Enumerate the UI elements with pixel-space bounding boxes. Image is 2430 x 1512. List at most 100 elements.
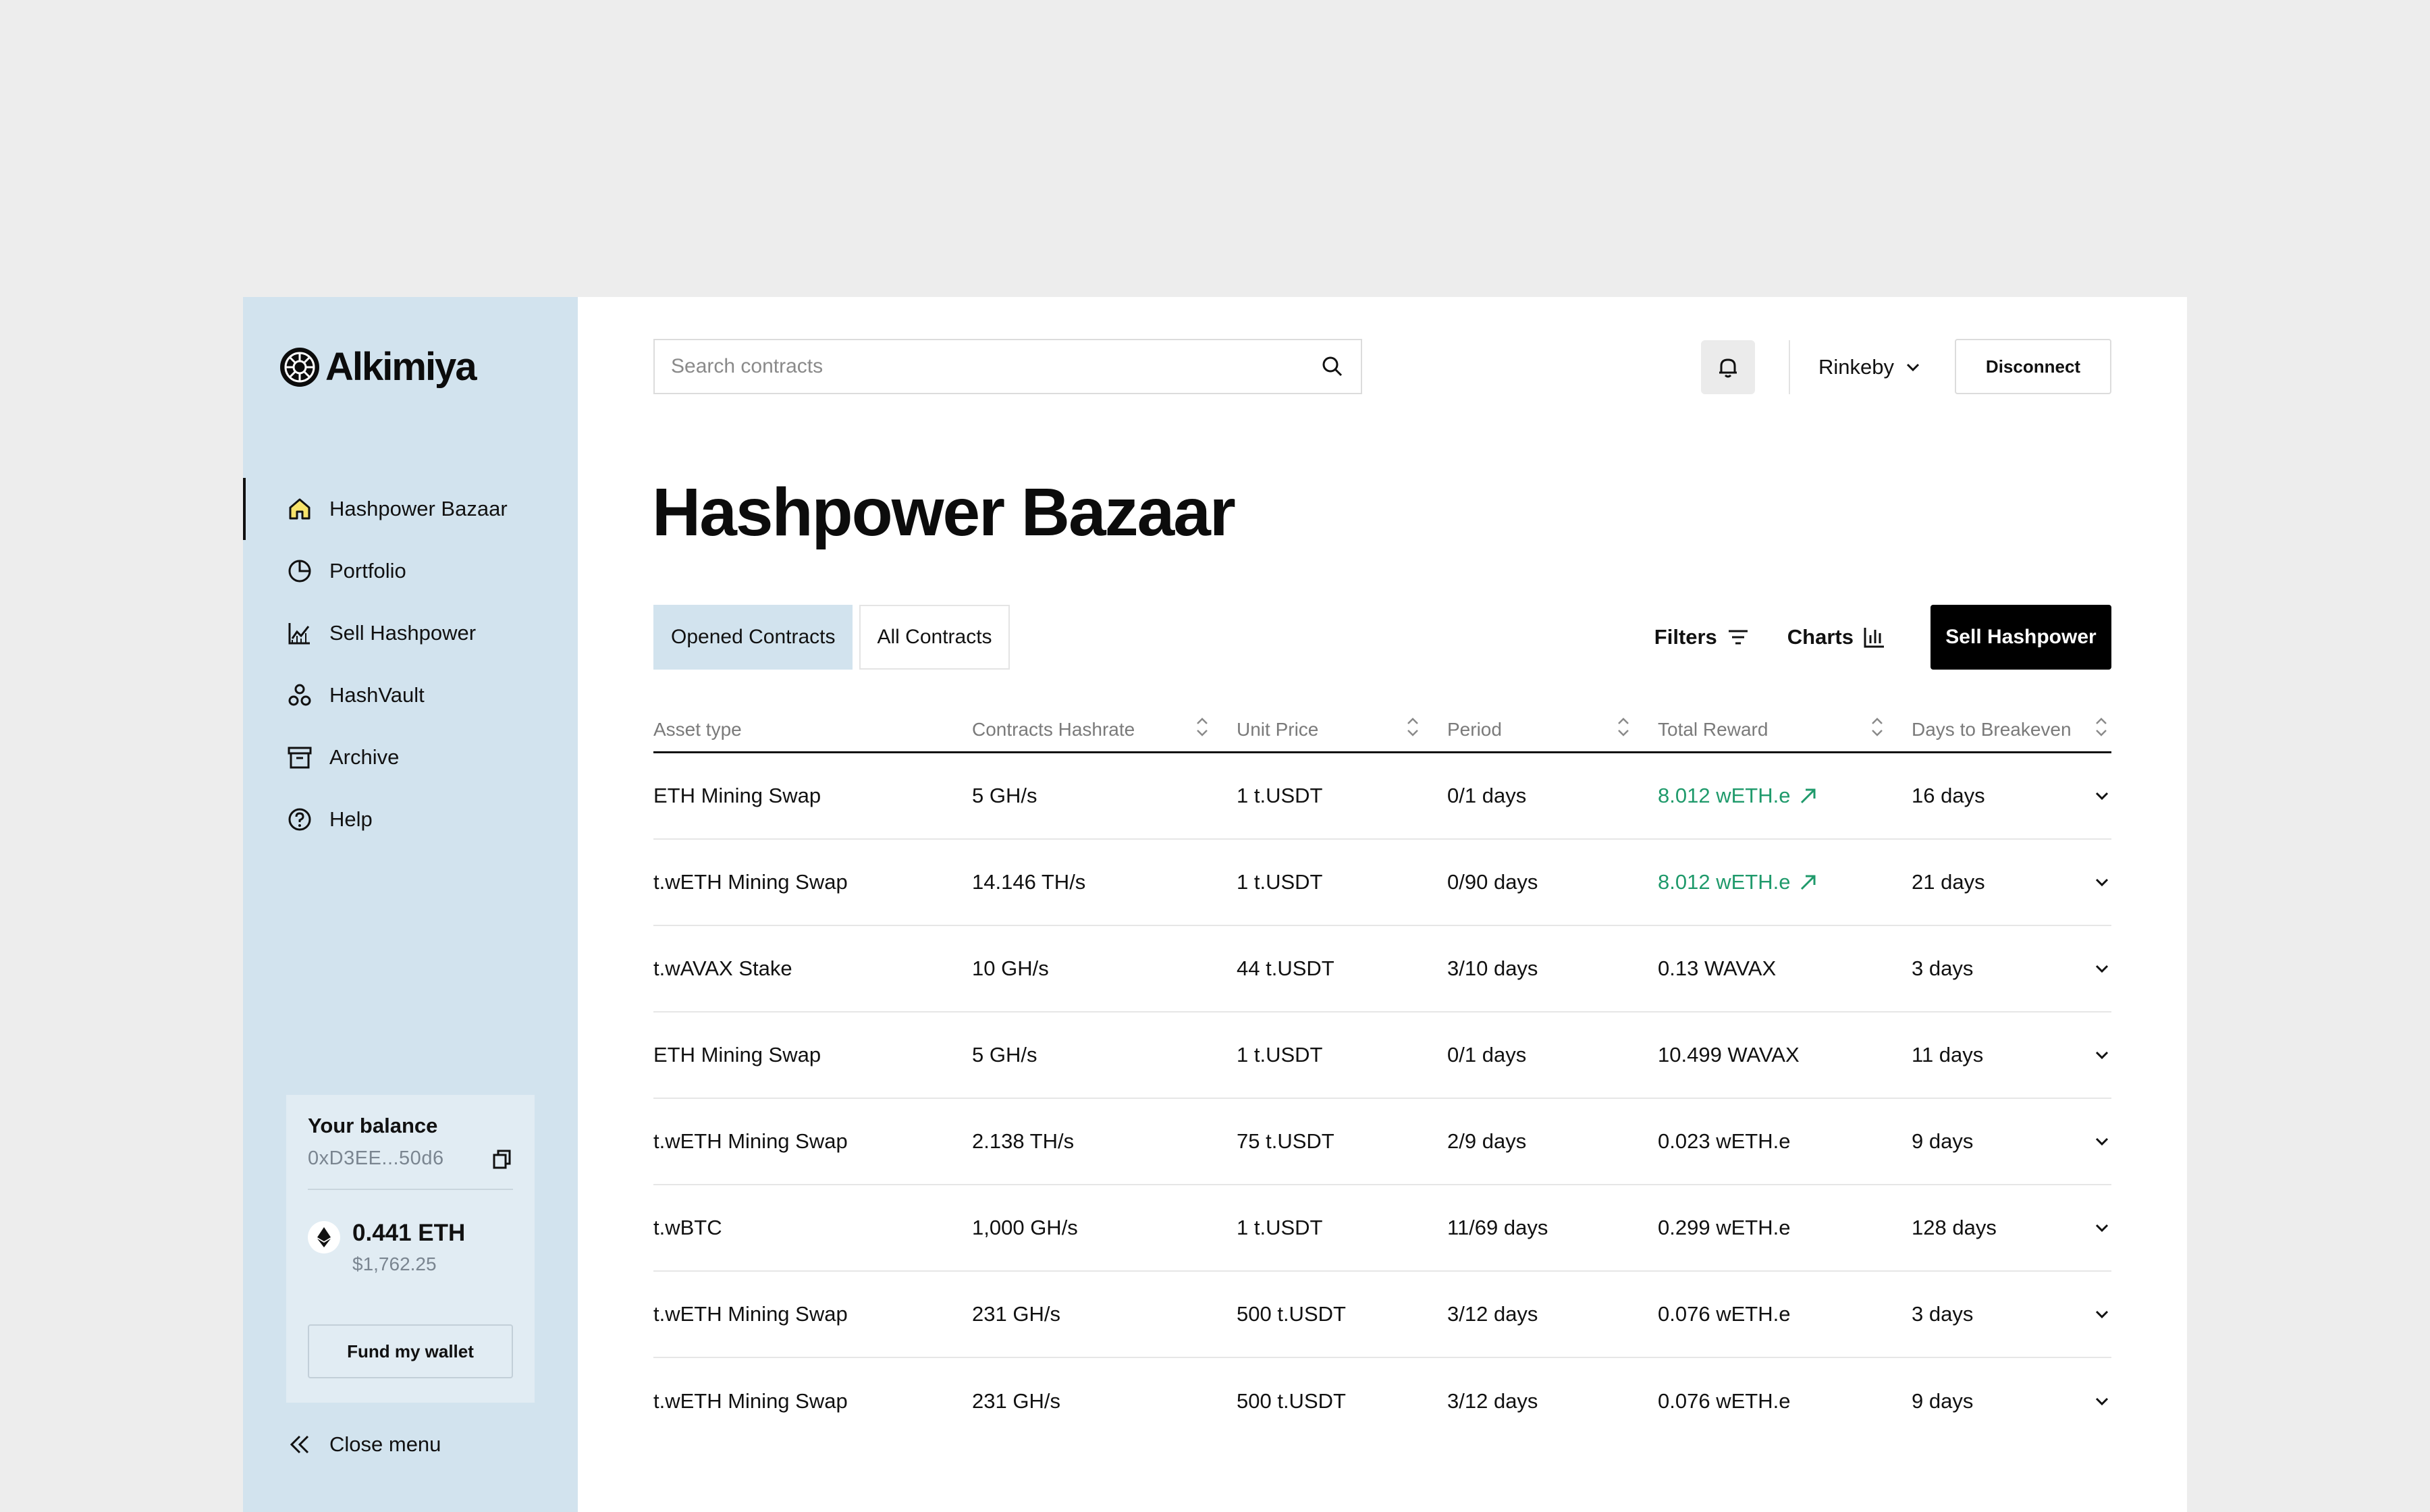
search-input[interactable] <box>671 355 1320 378</box>
column-header-hashrate[interactable]: Contracts Hashrate <box>972 716 1237 743</box>
close-menu-button[interactable]: Close menu <box>286 1431 441 1458</box>
wallet-address: 0xD3EE...50d6 <box>308 1148 444 1169</box>
breakeven-value: 11 days <box>1912 1043 1984 1066</box>
chart-line-icon <box>286 620 313 647</box>
cell-unit-price: 1 t.USDT <box>1237 1216 1323 1239</box>
fund-wallet-button[interactable]: Fund my wallet <box>308 1324 513 1378</box>
search-bar <box>653 339 1362 394</box>
table-header: Asset type Contracts Hashrate Unit Price… <box>653 707 2111 753</box>
cell-hashrate: 2.138 TH/s <box>972 1129 1075 1153</box>
sidebar-item-sell-hashpower[interactable]: Sell Hashpower <box>243 602 578 664</box>
table-row[interactable]: ETH Mining Swap 5 GH/s 1 t.USDT 0/1 days… <box>653 753 2111 840</box>
app-window: Alkimiya Hashpower Bazaar Portfolio Sell… <box>243 297 2187 1512</box>
brand-logo[interactable]: Alkimiya <box>278 344 477 389</box>
chevron-down-icon[interactable] <box>2092 959 2111 978</box>
chevron-down-icon[interactable] <box>2092 1392 2111 1411</box>
sort-icon[interactable] <box>1195 716 1210 743</box>
breakeven-value: 3 days <box>1912 956 1974 980</box>
sidebar-item-archive[interactable]: Archive <box>243 726 578 788</box>
table-row[interactable]: t.wETH Mining Swap 231 GH/s 500 t.USDT 3… <box>653 1272 2111 1358</box>
network-selector[interactable]: Rinkeby <box>1818 340 1922 394</box>
table-row[interactable]: t.wBTC 1,000 GH/s 1 t.USDT 11/69 days 0.… <box>653 1185 2111 1272</box>
cell-unit-price: 500 t.USDT <box>1237 1389 1346 1413</box>
sidebar-item-label: Hashpower Bazaar <box>329 497 508 520</box>
sort-icon[interactable] <box>1405 716 1420 743</box>
sidebar-item-hashvault[interactable]: HashVault <box>243 664 578 726</box>
eth-balance: 0.441 ETH <box>352 1220 466 1246</box>
chevron-down-icon[interactable] <box>2092 1046 2111 1064</box>
cell-days-to-breakeven: 21 days <box>1912 870 2111 894</box>
cell-hashrate: 5 GH/s <box>972 1043 1037 1066</box>
table-toolbar: Filters Charts Sell Hashpower <box>1654 605 2111 670</box>
copy-icon[interactable] <box>491 1148 513 1170</box>
cell-period: 0/1 days <box>1447 1043 1527 1066</box>
sell-hashpower-button[interactable]: Sell Hashpower <box>1931 605 2111 670</box>
close-menu-label: Close menu <box>329 1432 441 1456</box>
contracts-table: Asset type Contracts Hashrate Unit Price… <box>653 707 2111 1444</box>
tab-all-contracts[interactable]: All Contracts <box>859 605 1010 670</box>
reward-value: 0.023 wETH.e <box>1658 1129 1791 1153</box>
sidebar-item-label: Portfolio <box>329 559 406 583</box>
cell-hashrate: 231 GH/s <box>972 1389 1060 1413</box>
cell-days-to-breakeven: 9 days <box>1912 1389 2111 1413</box>
cell-total-reward: 0.076 wETH.e <box>1658 1302 1912 1326</box>
column-header-total-reward[interactable]: Total Reward <box>1658 716 1912 743</box>
cell-days-to-breakeven: 128 days <box>1912 1216 2111 1240</box>
chevron-down-icon[interactable] <box>2092 1305 2111 1324</box>
cell-total-reward: 0.299 wETH.e <box>1658 1216 1912 1240</box>
sidebar-item-help[interactable]: Help <box>243 788 578 850</box>
column-header-unit-price[interactable]: Unit Price <box>1237 716 1447 743</box>
filters-button[interactable]: Filters <box>1654 625 1750 649</box>
cell-hashrate: 14.146 TH/s <box>972 870 1086 894</box>
cell-days-to-breakeven: 11 days <box>1912 1043 2111 1067</box>
chevron-down-icon[interactable] <box>2092 873 2111 892</box>
sidebar-item-portfolio[interactable]: Portfolio <box>243 540 578 602</box>
notifications-button[interactable] <box>1701 340 1755 394</box>
charts-button[interactable]: Charts <box>1787 625 1886 649</box>
cell-total-reward: 0.023 wETH.e <box>1658 1129 1912 1154</box>
chevron-down-icon[interactable] <box>2092 1132 2111 1151</box>
table-row[interactable]: t.wETH Mining Swap 2.138 TH/s 75 t.USDT … <box>653 1099 2111 1185</box>
cell-total-reward: 0.13 WAVAX <box>1658 956 1912 981</box>
sidebar-nav: Hashpower Bazaar Portfolio Sell Hashpowe… <box>243 478 578 850</box>
cell-unit-price: 75 t.USDT <box>1237 1129 1334 1153</box>
cell-period: 3/12 days <box>1447 1389 1538 1413</box>
table-row[interactable]: ETH Mining Swap 5 GH/s 1 t.USDT 0/1 days… <box>653 1013 2111 1099</box>
cell-asset-type: t.wETH Mining Swap <box>653 870 848 894</box>
sort-icon[interactable] <box>1870 716 1885 743</box>
column-header-period[interactable]: Period <box>1447 716 1658 743</box>
sidebar-item-label: HashVault <box>329 683 425 707</box>
chevron-down-icon[interactable] <box>2092 786 2111 805</box>
page-title: Hashpower Bazaar <box>652 475 1236 550</box>
cell-asset-type: t.wETH Mining Swap <box>653 1302 848 1326</box>
cell-total-reward: 0.076 wETH.e <box>1658 1389 1912 1413</box>
cell-period: 11/69 days <box>1447 1216 1548 1239</box>
disconnect-button[interactable]: Disconnect <box>1955 339 2111 394</box>
chevron-down-icon <box>1904 358 1922 377</box>
usd-balance: $1,762.25 <box>352 1253 437 1274</box>
main-content: Rinkeby Disconnect Hashpower Bazaar Open… <box>578 297 2187 1512</box>
sidebar-item-hashpower-bazaar[interactable]: Hashpower Bazaar <box>243 478 578 540</box>
sort-icon[interactable] <box>1616 716 1631 743</box>
brand-name: Alkimiya <box>325 345 477 389</box>
wallet-address-row: 0xD3EE...50d6 <box>308 1148 513 1170</box>
sidebar: Alkimiya Hashpower Bazaar Portfolio Sell… <box>243 297 578 1512</box>
table-row[interactable]: t.wETH Mining Swap 14.146 TH/s 1 t.USDT … <box>653 840 2111 926</box>
column-header-days-to-breakeven[interactable]: Days to Breakeven <box>1912 716 2111 743</box>
cell-asset-type: ETH Mining Swap <box>653 1043 821 1066</box>
tab-opened-contracts[interactable]: Opened Contracts <box>653 605 853 670</box>
sort-icon[interactable] <box>2094 716 2109 743</box>
bell-icon <box>1715 354 1741 380</box>
eth-balance-row: 0.441 ETH $1,762.25 <box>308 1220 513 1275</box>
cell-days-to-breakeven: 3 days <box>1912 1302 2111 1326</box>
chevron-down-icon[interactable] <box>2092 1218 2111 1237</box>
cell-asset-type: t.wBTC <box>653 1216 722 1239</box>
search-icon[interactable] <box>1320 354 1345 379</box>
table-row[interactable]: t.wAVAX Stake 10 GH/s 44 t.USDT 3/10 day… <box>653 926 2111 1013</box>
cell-days-to-breakeven: 3 days <box>1912 956 2111 981</box>
sidebar-item-label: Archive <box>329 745 400 769</box>
contract-tabs: Opened Contracts All Contracts <box>653 605 1010 670</box>
chevrons-left-icon <box>286 1431 313 1458</box>
table-row[interactable]: t.wETH Mining Swap 231 GH/s 500 t.USDT 3… <box>653 1358 2111 1444</box>
balance-divider <box>308 1189 513 1190</box>
